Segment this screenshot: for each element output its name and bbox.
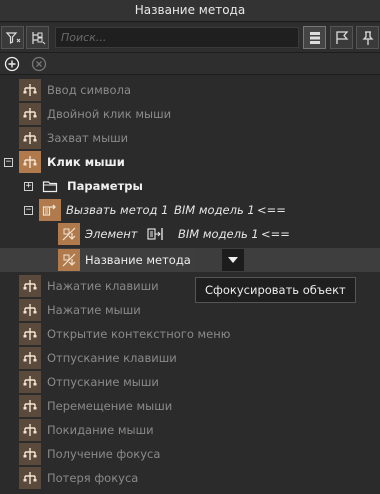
event-icon-box [19, 443, 41, 465]
folder-icon-box [39, 175, 61, 197]
tree-item-params[interactable]: + Параметры [0, 174, 380, 198]
tree-item-label: Вызвать метод 1 [66, 203, 169, 217]
tree-item[interactable]: Получение фокуса [0, 442, 380, 466]
binding-arrow: <== [257, 203, 286, 217]
search-input[interactable] [55, 27, 299, 48]
event-icon-box [19, 419, 41, 441]
expand-toggle[interactable]: + [24, 181, 33, 191]
filter-button[interactable] [1, 26, 24, 49]
collapse-toggle[interactable]: − [24, 205, 33, 215]
tree-item[interactable]: Потеря фокуса [0, 466, 380, 490]
dropdown-button[interactable] [222, 249, 244, 271]
method-icon-box [39, 199, 61, 221]
tree-item-label: Нажатие мыши [47, 303, 141, 317]
list-view-button[interactable] [303, 26, 326, 49]
add-button[interactable] [2, 54, 22, 74]
collapse-toggle[interactable]: − [4, 157, 13, 167]
element-icon-box [58, 249, 80, 271]
flag-button[interactable] [330, 26, 353, 49]
tree-item-label: Параметры [67, 179, 143, 193]
add-icon [4, 56, 20, 72]
event-icon-box [19, 79, 41, 101]
tree-item-label: Ввод символа [47, 83, 131, 97]
event-flow-icon [22, 278, 38, 294]
event-flow-icon [22, 82, 38, 98]
tree-item-label: Получение фокуса [47, 447, 161, 461]
tree-collapse-button[interactable] [26, 26, 49, 49]
tree-item-call-method[interactable]: − Вызвать метод 1 BIM модель 1 <== [0, 198, 380, 222]
remove-button[interactable] [29, 54, 49, 74]
method-call-icon [42, 204, 56, 216]
event-icon-box [19, 275, 41, 297]
folder-icon [42, 181, 58, 193]
tree-item-label: Захват мыши [47, 131, 129, 145]
event-flow-icon [22, 106, 38, 122]
top-toolbar [0, 23, 380, 53]
event-flow-icon [22, 350, 38, 366]
tree-item[interactable]: Отпускание мыши [0, 370, 380, 394]
event-icon-box [19, 347, 41, 369]
tree-item-label: Нажатие клавиши [47, 279, 159, 293]
event-icon-box [19, 127, 41, 149]
event-icon-box [19, 151, 41, 173]
tree-item[interactable]: Отпускание клавиши [0, 346, 380, 370]
event-flow-icon [22, 422, 38, 438]
action-toolbar [0, 53, 380, 75]
element-icon-box [58, 223, 80, 245]
tree-item-method-name[interactable]: Название метода [0, 248, 380, 272]
binding-arrow: <== [261, 227, 290, 241]
tree-item-label: Название метода [85, 253, 191, 267]
remove-icon [31, 56, 47, 72]
target-model-label: BIM модель 1 [174, 203, 255, 217]
event-icon-box [19, 395, 41, 417]
filter-icon [5, 31, 20, 44]
event-flow-icon [22, 446, 38, 462]
target-model-label: BIM модель 1 [178, 227, 259, 241]
tree-item[interactable]: Захват мыши [0, 126, 380, 150]
tree-item-label: Клик мыши [47, 155, 125, 169]
event-flow-icon [22, 154, 38, 170]
list-view-icon [309, 31, 320, 44]
tree-item-label: Элемент [85, 227, 138, 241]
tree-item[interactable]: Двойной клик мыши [0, 102, 380, 126]
event-flow-icon [22, 398, 38, 414]
tree-item-label: Потеря фокуса [47, 471, 139, 485]
element-link-icon [62, 227, 76, 241]
event-icon-box [19, 467, 41, 489]
pin-button[interactable] [356, 26, 379, 49]
event-icon-box [19, 103, 41, 125]
focus-object-icon [147, 228, 163, 240]
tree-item-label: Отпускание клавиши [47, 351, 177, 365]
pin-icon [361, 30, 374, 45]
event-icon-box [19, 299, 41, 321]
event-flow-icon [22, 130, 38, 146]
tree-item-label: Открытие контекстного меню [47, 327, 231, 341]
event-icon-box [19, 323, 41, 345]
tree-item-label: Перемещение мыши [47, 399, 173, 413]
tree-item-label: Двойной клик мыши [47, 107, 172, 121]
event-flow-icon [22, 326, 38, 342]
tree-item-label: Покидание мыши [47, 423, 154, 437]
tree-item-label: Отпускание мыши [47, 375, 159, 389]
element-link-icon [62, 253, 76, 267]
tree-collapse-icon [31, 31, 45, 44]
flag-icon [335, 30, 348, 44]
tree-item[interactable]: Покидание мыши [0, 418, 380, 442]
event-flow-icon [22, 470, 38, 486]
tooltip: Сфокусировать объект [195, 277, 356, 303]
tree-item-element[interactable]: Элемент BIM модель 1 <== [0, 222, 380, 246]
tree-item-click[interactable]: − Клик мыши [0, 150, 380, 174]
method-name-dropdown[interactable] [196, 249, 244, 271]
tree-item[interactable]: Ввод символа [0, 78, 380, 102]
focus-object-button[interactable] [146, 226, 166, 242]
tree-item[interactable]: Открытие контекстного меню [0, 322, 380, 346]
event-icon-box [19, 371, 41, 393]
chevron-down-icon [228, 257, 238, 263]
window-title: Название метода [0, 0, 380, 22]
event-flow-icon [22, 374, 38, 390]
tree-item[interactable]: Перемещение мыши [0, 394, 380, 418]
event-flow-icon [22, 302, 38, 318]
